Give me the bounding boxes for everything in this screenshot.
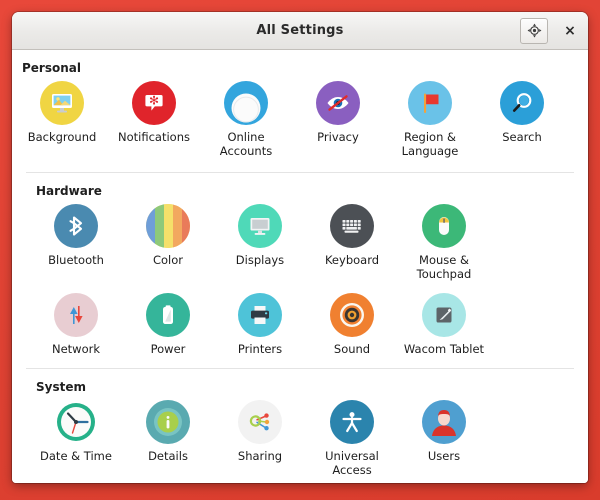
online-accounts-icon [224, 81, 268, 125]
section-hardware: Hardware Bluetooth Color Displays Keyboa… [26, 172, 574, 368]
tile-label: Displays [235, 253, 285, 268]
tile-label: Background [27, 130, 97, 144]
tile-label: Network [51, 342, 101, 357]
svg-text:✻: ✻ [149, 93, 159, 107]
tile-label: Region & Language [401, 130, 459, 159]
panel-grid-personal: Background ✻ Notifications Online Accoun… [12, 77, 588, 170]
tile-displays[interactable]: Displays [214, 200, 306, 289]
window-titlebar[interactable]: All Settings × [12, 12, 588, 50]
tile-online-accounts[interactable]: Online Accounts [200, 77, 292, 166]
tile-label: Date & Time [40, 449, 112, 464]
universal-access-icon [330, 400, 374, 445]
tile-power[interactable]: Power [122, 289, 214, 364]
printers-icon [238, 293, 282, 338]
search-icon [500, 81, 544, 125]
tile-search[interactable]: Search [476, 77, 568, 166]
color-icon [146, 204, 190, 249]
section-system: System Date & Time Details Sharing Unive… [26, 368, 574, 483]
tile-label: Keyboard [324, 253, 380, 268]
region-language-icon [408, 81, 452, 125]
sharing-icon [238, 400, 282, 445]
tile-keyboard[interactable]: Keyboard [306, 200, 398, 289]
network-icon [54, 293, 98, 338]
desktop-background: All Settings × Personal Background ✻ Not… [0, 0, 600, 500]
find-location-button[interactable] [520, 17, 548, 44]
sound-icon [330, 293, 374, 338]
tile-network[interactable]: Network [30, 289, 122, 364]
panel-grid-system: Date & Time Details Sharing Universal Ac… [26, 396, 574, 483]
tile-label: Notifications [118, 130, 190, 144]
keyboard-icon [330, 204, 374, 249]
tile-label: Details [148, 449, 188, 464]
tile-wacom-tablet[interactable]: Wacom Tablet [398, 289, 490, 364]
power-icon [146, 293, 190, 338]
tile-label: Privacy [317, 130, 359, 144]
tile-label: Color [152, 253, 184, 268]
tile-details[interactable]: Details [122, 396, 214, 483]
background-icon [40, 81, 84, 125]
tile-universal-access[interactable]: Universal Access [306, 396, 398, 483]
tile-color[interactable]: Color [122, 200, 214, 289]
tile-privacy[interactable]: Privacy [292, 77, 384, 166]
tile-background[interactable]: Background [16, 77, 108, 166]
users-icon [422, 400, 466, 445]
tile-label: Bluetooth [48, 253, 104, 268]
settings-content: Personal Background ✻ Notifications Onli… [12, 50, 588, 483]
tile-mouse-touchpad[interactable]: Mouse & Touchpad [398, 200, 490, 289]
displays-icon [238, 204, 282, 249]
wacom-tablet-icon [422, 293, 466, 338]
titlebar-controls: × [520, 12, 580, 49]
tile-region-language[interactable]: Region & Language [384, 77, 476, 166]
details-icon [146, 400, 190, 445]
close-button[interactable]: × [560, 19, 580, 43]
tile-label: Mouse & Touchpad [416, 253, 472, 282]
location-icon [527, 23, 541, 38]
tile-label: Users [427, 449, 461, 464]
tile-notifications[interactable]: ✻ Notifications [108, 77, 200, 166]
bluetooth-icon [54, 204, 98, 249]
privacy-icon [316, 81, 360, 125]
panel-grid-hardware: Bluetooth Color Displays Keyboard Mouse … [26, 200, 574, 366]
tile-bluetooth[interactable]: Bluetooth [30, 200, 122, 289]
tile-label: Wacom Tablet [403, 342, 485, 357]
section-heading-personal: Personal [22, 61, 81, 75]
tile-label: Printers [237, 342, 283, 357]
tile-sound[interactable]: Sound [306, 289, 398, 364]
tile-label: Search [502, 130, 542, 144]
tile-users[interactable]: Users [398, 396, 490, 483]
mouse-touchpad-icon [422, 204, 466, 249]
notifications-icon: ✻ [132, 81, 176, 125]
settings-window: All Settings × Personal Background ✻ Not… [12, 12, 588, 483]
section-heading-system: System [36, 380, 86, 395]
section-personal: Personal Background ✻ Notifications Onli… [12, 50, 588, 172]
tile-label: Online Accounts [219, 130, 273, 159]
tile-sharing[interactable]: Sharing [214, 396, 306, 483]
date-time-icon [54, 400, 98, 445]
tile-label: Power [150, 342, 186, 357]
tile-label: Universal Access [325, 449, 379, 478]
section-heading-hardware: Hardware [36, 184, 102, 199]
tile-label: Sharing [237, 449, 283, 464]
tile-label: Sound [333, 342, 371, 357]
tile-date-time[interactable]: Date & Time [30, 396, 122, 483]
close-icon: × [564, 22, 576, 39]
tile-printers[interactable]: Printers [214, 289, 306, 364]
window-title: All Settings [256, 23, 344, 38]
